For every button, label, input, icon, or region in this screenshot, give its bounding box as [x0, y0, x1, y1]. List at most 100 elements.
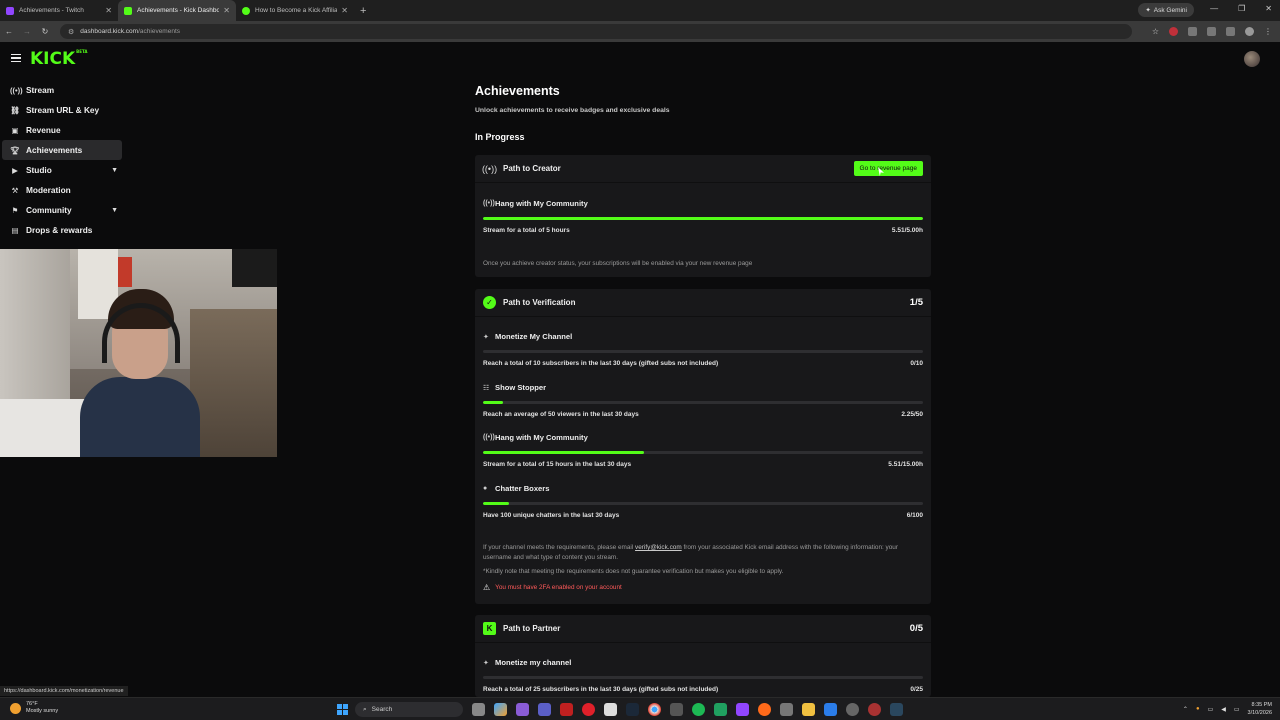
dashboard-sidebar: ((•)) Stream ⛓ Stream URL & Key ▣ Revenu… — [2, 80, 122, 240]
weather-widget[interactable]: 76°F Mostly sunny — [10, 701, 58, 715]
task-value: 5.51/5.00h — [891, 227, 923, 234]
card-title: Path to Partner — [503, 624, 561, 633]
xbox-icon[interactable] — [714, 703, 727, 716]
reload-icon[interactable]: ↻ — [36, 27, 54, 36]
app-icon[interactable] — [758, 703, 771, 716]
profile-icon[interactable] — [1245, 27, 1254, 36]
chevron-down-icon[interactable]: ▼ — [111, 207, 118, 214]
task-description: Reach an average of 50 viewers in the la… — [483, 411, 639, 418]
close-tab-icon[interactable]: ✕ — [223, 6, 230, 15]
revenue-icon: ▣ — [11, 125, 19, 135]
path-to-partner-card: K Path to Partner 0/5 ✦ Monetize my chann… — [475, 615, 931, 697]
tab-title: Achievements - Kick Dashboard — [137, 7, 220, 14]
sidebar-item-revenue[interactable]: ▣ Revenue — [2, 120, 122, 140]
spotify-icon[interactable] — [692, 703, 705, 716]
trophy-icon: 🏆︎ — [10, 145, 20, 155]
teams-icon[interactable] — [538, 703, 551, 716]
url-input[interactable]: ⚙ dashboard.kick.com/achievements — [60, 24, 1132, 39]
folder-icon[interactable] — [802, 703, 815, 716]
steam-icon[interactable] — [890, 703, 903, 716]
site-info-icon[interactable]: ⚙ — [68, 28, 74, 36]
gemini-icon: ✦ — [1145, 7, 1151, 14]
mic-icon[interactable]: ● — [1196, 706, 1200, 712]
taskbar-search[interactable]: ⌕ Search — [355, 702, 463, 717]
sidebar-item-moderation[interactable]: ⚒ Moderation — [2, 180, 122, 200]
weather-temp: 76°F — [26, 701, 38, 707]
sidebar-item-stream-url-key[interactable]: ⛓ Stream URL & Key — [2, 100, 122, 120]
progress-fill — [483, 401, 503, 404]
tab-twitch-achievements[interactable]: Achievements - Twitch ✕ — [0, 0, 118, 21]
hammer-icon: ⚒ — [11, 185, 19, 195]
app-icon[interactable] — [824, 703, 837, 716]
menu-icon[interactable]: ⋮ — [1264, 27, 1272, 36]
volume-icon[interactable]: ◀ — [1221, 706, 1226, 713]
close-tab-icon[interactable]: ✕ — [105, 6, 112, 15]
kick-favicon-icon — [242, 6, 250, 15]
chevron-down-icon[interactable]: ▼ — [111, 167, 118, 174]
ask-gemini-button[interactable]: ✦ Ask Gemini — [1138, 3, 1194, 17]
sidebar-item-label: Drops & rewards — [26, 225, 93, 235]
verified-badge-icon: ✓ — [483, 296, 496, 309]
minimize-icon[interactable]: — — [1210, 4, 1218, 13]
cast-icon[interactable] — [1207, 27, 1216, 36]
tab-kick-affiliate[interactable]: How to Become a Kick Affiliate ✕ — [236, 0, 354, 21]
verify-email-link[interactable]: verify@kick.com — [635, 544, 682, 551]
address-bar-row: ← → ↻ ⚙ dashboard.kick.com/achievements … — [0, 21, 1280, 42]
chevron-up-icon[interactable]: ⌃ — [1183, 706, 1188, 713]
close-tab-icon[interactable]: ✕ — [341, 6, 348, 15]
back-icon[interactable]: ← — [0, 27, 18, 36]
app-icon[interactable] — [604, 703, 617, 716]
community-icon: ⚑ — [11, 205, 19, 215]
close-window-icon[interactable]: ✕ — [1265, 4, 1272, 13]
task-name: Monetize my channel — [495, 658, 572, 667]
progress-bar — [483, 502, 923, 505]
clock[interactable]: 8:35 PM 3/10/2026 — [1248, 701, 1272, 717]
sidebar-item-community[interactable]: ⚑ Community ▼ — [2, 200, 122, 220]
hover-status-url: https://dashboard.kick.com/monetization/… — [0, 686, 128, 696]
progress-bar — [483, 451, 923, 454]
forward-icon[interactable]: → — [18, 27, 36, 36]
tab-title: How to Become a Kick Affiliate — [255, 7, 338, 14]
battery-icon[interactable]: ▭ — [1234, 706, 1240, 713]
app-icon[interactable] — [560, 703, 573, 716]
sidebar-item-studio[interactable]: ▶ Studio ▼ — [2, 160, 122, 180]
app-icon[interactable] — [670, 703, 683, 716]
kick-logo[interactable]: KICKBETA — [30, 49, 87, 69]
sparkle-icon: ✦ — [483, 333, 489, 341]
app-icon[interactable] — [868, 703, 881, 716]
steam-icon[interactable] — [626, 703, 639, 716]
chrome-icon[interactable] — [648, 703, 661, 716]
user-avatar[interactable] — [1244, 51, 1260, 67]
reading-list-icon[interactable] — [1226, 27, 1235, 36]
progress-bar — [483, 217, 923, 220]
app-icon[interactable] — [516, 703, 529, 716]
url-domain: dashboard.kick.com — [80, 28, 139, 35]
network-icon[interactable]: ▭ — [1208, 706, 1214, 713]
twitch-favicon-icon — [6, 6, 14, 15]
file-explorer-icon[interactable] — [472, 703, 485, 716]
copilot-icon[interactable] — [494, 703, 507, 716]
menu-hamburger-icon[interactable] — [11, 54, 21, 62]
extensions-puzzle-icon[interactable] — [1188, 27, 1197, 36]
opera-icon[interactable] — [582, 703, 595, 716]
settings-gear-icon[interactable] — [846, 703, 859, 716]
go-to-revenue-page-button[interactable]: Go to revenue page — [853, 161, 923, 176]
achievement-task: ● Chatter Boxers Have 100 unique chatters… — [483, 484, 923, 519]
broadcast-icon: ((•)) — [481, 163, 498, 174]
bookmark-star-icon[interactable]: ☆ — [1152, 27, 1159, 36]
broadcast-icon: ((•)) — [483, 434, 495, 441]
task-name: Show Stopper — [495, 383, 547, 392]
windows-start-icon[interactable] — [337, 704, 348, 715]
restore-icon[interactable]: ❐ — [1238, 4, 1245, 13]
twitch-icon[interactable] — [736, 703, 749, 716]
sidebar-item-achievements[interactable]: 🏆︎ Achievements — [2, 140, 122, 160]
task-value: 0/10 — [910, 360, 923, 367]
sidebar-item-drops-rewards[interactable]: ▤ Drops & rewards — [2, 220, 122, 240]
warning-icon: ⚠ — [483, 583, 491, 592]
sidebar-item-stream[interactable]: ((•)) Stream — [2, 80, 122, 100]
new-tab-icon[interactable]: + — [360, 5, 366, 17]
extension-icon[interactable] — [1169, 27, 1178, 36]
tab-kick-dashboard[interactable]: Achievements - Kick Dashboard ✕ — [118, 0, 236, 21]
app-icon[interactable] — [780, 703, 793, 716]
progress-bar — [483, 401, 923, 404]
